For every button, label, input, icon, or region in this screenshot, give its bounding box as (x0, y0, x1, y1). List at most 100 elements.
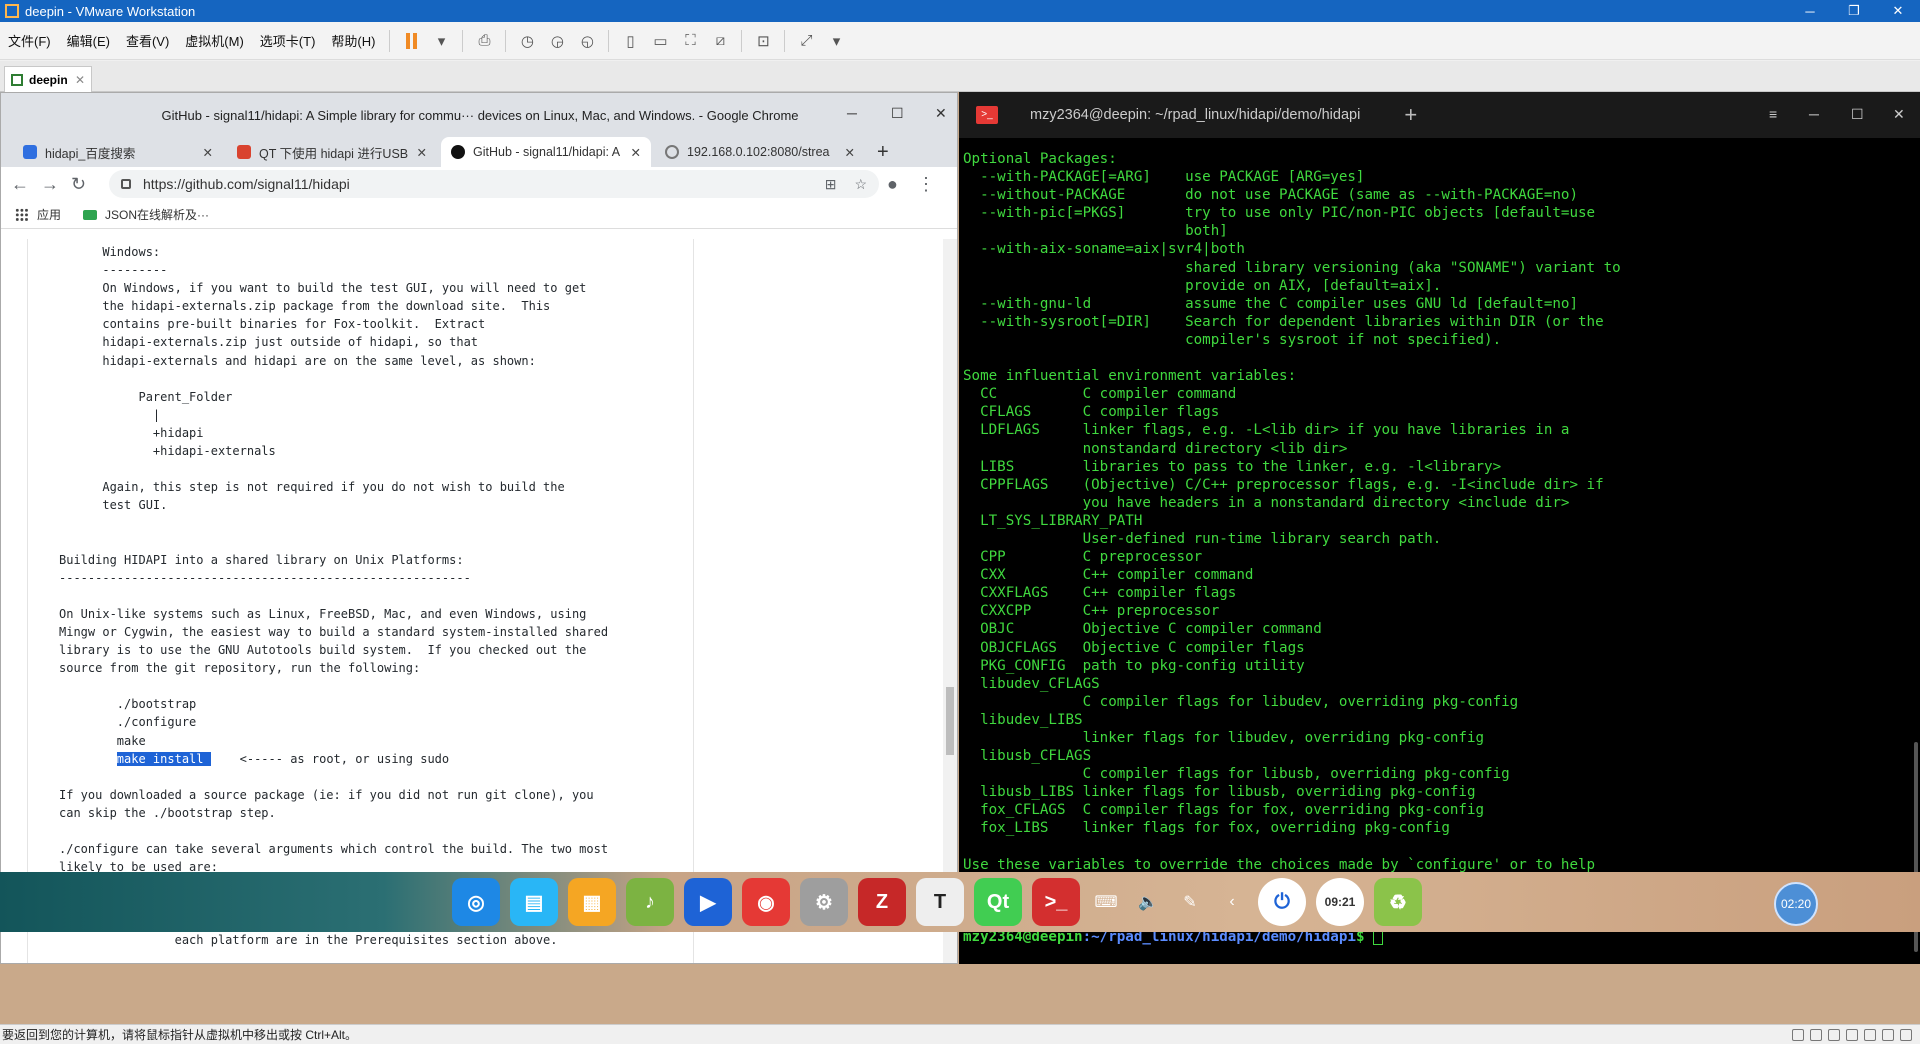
revert-snapshot-icon[interactable]: ◶ (544, 29, 570, 53)
file-manager-icon[interactable]: ▤ (510, 878, 558, 926)
terminal-menu-icon[interactable]: ≡ (1769, 106, 1777, 122)
display-icon[interactable] (1900, 1028, 1912, 1041)
back-icon[interactable]: ← (11, 174, 41, 195)
pause-icon (405, 32, 417, 49)
readme-border (27, 239, 28, 963)
network-icon[interactable] (1828, 1028, 1840, 1041)
archive-manager-icon[interactable]: ▦ (568, 878, 616, 926)
video-player-icon[interactable]: ▶ (684, 878, 732, 926)
usb-icon[interactable] (1846, 1028, 1858, 1041)
cdrom-icon[interactable] (1810, 1028, 1822, 1041)
terminal-minimize-icon[interactable]: ─ (1809, 106, 1819, 122)
unity-icon[interactable]: ⧄ (707, 29, 733, 53)
power-dropdown-icon[interactable]: ▾ (428, 29, 454, 53)
sidebar-toggle-icon[interactable]: ▯ (617, 29, 643, 53)
bookmark-apps[interactable]: 应用 (15, 206, 61, 223)
new-terminal-tab-button[interactable]: + (1404, 102, 1417, 128)
sound-icon[interactable] (1882, 1028, 1894, 1041)
vm-tab-label: deepin (29, 72, 68, 87)
menu-help[interactable]: 帮助(H) (323, 31, 383, 50)
readme-block: Windows: --------- On Windows, if you wa… (59, 245, 609, 748)
restore-button[interactable]: ❐ (1832, 3, 1876, 19)
baidu-favicon-icon (23, 145, 37, 159)
deepin-launcher-icon[interactable]: ◎ (452, 878, 500, 926)
power-icon[interactable]: ⏻ (1258, 878, 1306, 926)
readme-border (693, 239, 694, 963)
chrome-title-bar: GitHub - signal11/hidapi: A Simple libra… (1, 93, 957, 137)
scrollbar-thumb[interactable] (946, 687, 954, 755)
stretch-guest-icon[interactable]: ⤢ (793, 29, 819, 53)
vm-tab-deepin[interactable]: deepin ✕ (4, 66, 92, 92)
terminal-window: >_ mzy2364@deepin: ~/rpad_linux/hidapi/d… (959, 92, 1920, 964)
qt-creator-icon[interactable]: Qt (974, 878, 1022, 926)
toolbar-separator (608, 29, 610, 52)
keyboard-icon[interactable]: ⌨ (1087, 883, 1125, 921)
fullscreen-icon[interactable]: ⛶ (677, 29, 703, 53)
reload-icon[interactable]: ↻ (71, 174, 101, 195)
tray-collapse-icon[interactable]: ‹ (1213, 883, 1251, 921)
minimize-button[interactable]: ─ (1788, 4, 1832, 19)
lock-icon (121, 179, 131, 189)
vm-tab-close-icon[interactable]: ✕ (75, 73, 85, 87)
terminal-output[interactable]: Optional Packages: --with-PACKAGE[=ARG] … (963, 150, 1621, 946)
volume-icon[interactable]: 🔈 (1129, 883, 1167, 921)
tab-hidapi-baidu[interactable]: hidapi_百度搜索 ✕ (13, 137, 223, 167)
translate-icon[interactable]: ⊞ (825, 176, 837, 193)
settings-icon[interactable]: ⚙ (800, 878, 848, 926)
thumbnail-bar-icon[interactable]: ▭ (647, 29, 673, 53)
tab-label: GitHub - signal11/hidapi: A (473, 145, 621, 159)
filezilla-icon[interactable]: Z (858, 878, 906, 926)
tab-github-hidapi[interactable]: GitHub - signal11/hidapi: A ✕ (441, 137, 651, 167)
terminal-maximize-icon[interactable]: ☐ (1851, 106, 1864, 123)
terminal-title-bar: >_ mzy2364@deepin: ~/rpad_linux/hidapi/d… (959, 92, 1920, 138)
close-button[interactable]: ✕ (1876, 3, 1920, 19)
address-bar[interactable]: https://github.com/signal11/hidapi ⊞ ☆ (109, 170, 879, 198)
tab-close-icon[interactable]: ✕ (845, 145, 855, 160)
chrome-menu-icon[interactable]: ⋮ (917, 174, 947, 195)
trash-icon[interactable]: ♻ (1374, 878, 1422, 926)
chrome-icon[interactable]: ◉ (742, 878, 790, 926)
snapshot-manager-icon[interactable]: ◵ (574, 29, 600, 53)
menu-edit[interactable]: 编辑(E) (59, 31, 118, 50)
menu-view[interactable]: 查看(V) (118, 31, 177, 50)
stretch-dropdown-icon[interactable]: ▾ (823, 29, 849, 53)
tray-clock[interactable]: 09:21 (1316, 878, 1364, 926)
send-ctrl-alt-del-icon[interactable]: ⎙ (471, 29, 497, 53)
tab-close-icon[interactable]: ✕ (417, 145, 427, 160)
terminal-lines: Optional Packages: --with-PACKAGE[=ARG] … (963, 151, 1621, 927)
forward-icon[interactable]: → (41, 174, 71, 195)
apps-grid-icon (15, 207, 29, 222)
page-scrollbar[interactable] (943, 239, 957, 963)
bookmark-json[interactable]: JSON在线解析及··· (83, 206, 209, 223)
pause-button[interactable] (398, 29, 424, 53)
chrome-close-icon[interactable]: ✕ (935, 105, 947, 122)
music-icon[interactable]: ♪ (626, 878, 674, 926)
chrome-minimize-icon[interactable]: ─ (847, 105, 857, 121)
readme-indent (59, 752, 117, 766)
console-view-icon[interactable]: ⊡ (750, 29, 776, 53)
bookmark-star-icon[interactable]: ☆ (854, 176, 867, 193)
chrome-tab-strip: hidapi_百度搜索 ✕ QT 下使用 hidapi 进行USB ✕ GitH… (1, 137, 957, 167)
tab-stream[interactable]: 192.168.0.102:8080/strea ✕ (655, 137, 865, 167)
chrome-maximize-icon[interactable]: ☐ (891, 105, 904, 122)
terminal-icon[interactable]: >_ (1032, 878, 1080, 926)
toolbar-separator (741, 29, 743, 52)
pen-icon[interactable]: ✎ (1171, 883, 1209, 921)
terminal-close-icon[interactable]: ✕ (1893, 106, 1905, 123)
tab-close-icon[interactable]: ✕ (631, 145, 641, 160)
text-editor-icon[interactable]: T (916, 878, 964, 926)
vmware-menu-bar: 文件(F) 编辑(E) 查看(V) 虚拟机(M) 选项卡(T) 帮助(H) ▾ … (0, 22, 1920, 60)
snapshot-icon[interactable]: ◷ (514, 29, 540, 53)
tab-label: 192.168.0.102:8080/strea (687, 145, 830, 159)
new-tab-button[interactable]: + (877, 141, 889, 164)
tab-close-icon[interactable]: ✕ (203, 145, 213, 160)
dock-clock[interactable]: 02:20 (1774, 882, 1818, 926)
menu-file[interactable]: 文件(F) (0, 31, 59, 50)
menu-tabs[interactable]: 选项卡(T) (252, 31, 324, 50)
hdd-icon[interactable] (1792, 1028, 1804, 1041)
profile-avatar-icon[interactable]: ● (887, 174, 917, 195)
printer-icon[interactable] (1864, 1028, 1876, 1041)
menu-vm[interactable]: 虚拟机(M) (177, 31, 252, 50)
tab-qt-hidapi[interactable]: QT 下使用 hidapi 进行USB ✕ (227, 137, 437, 167)
vmware-app-icon (5, 4, 19, 18)
